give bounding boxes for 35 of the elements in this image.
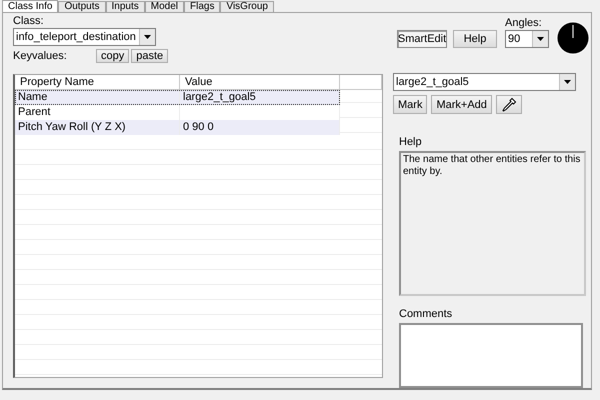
- mark-add-button[interactable]: Mark+Add: [431, 95, 492, 114]
- tab[interactable]: Inputs: [106, 1, 145, 12]
- table-row[interactable]: Pitch Yaw Roll (Y Z X) 0 90 0: [15, 120, 340, 135]
- tab[interactable]: Class Info: [2, 0, 58, 12]
- smartedit-button[interactable]: SmartEdit: [397, 30, 447, 48]
- tab[interactable]: VisGroup: [220, 1, 274, 12]
- target-dropdown[interactable]: large2_t_goal5: [393, 73, 576, 92]
- tab[interactable]: Outputs: [58, 1, 106, 12]
- dropdown-arrow-icon: [144, 35, 151, 39]
- angle-dial-icon[interactable]: [557, 22, 589, 54]
- help-button[interactable]: Help: [453, 30, 497, 48]
- dropdown-arrow-icon: [564, 80, 571, 84]
- comments-label: Comments: [399, 308, 454, 322]
- table-row[interactable]: Name large2_t_goal5: [15, 90, 340, 105]
- table-cell: 0 90 0: [180, 120, 340, 135]
- comments-field[interactable]: [399, 323, 583, 388]
- help-text: The name that other entities refer to this entity by.: [399, 151, 586, 296]
- dropdown-arrow-icon: [537, 37, 544, 41]
- eyedropper-icon: [500, 96, 517, 113]
- table-row[interactable]: Parent: [15, 105, 340, 120]
- column-header[interactable]: Value: [180, 75, 340, 90]
- mark-button[interactable]: Mark: [393, 95, 428, 114]
- column-header[interactable]: Property Name: [15, 75, 180, 90]
- table-cell: Pitch Yaw Roll (Y Z X): [15, 120, 180, 135]
- copy-button[interactable]: copy: [96, 49, 130, 63]
- angles-label: Angles:: [505, 17, 543, 30]
- tab[interactable]: Model: [144, 1, 184, 12]
- class-label: Class:: [13, 15, 45, 28]
- help-label: Help: [399, 136, 423, 150]
- tab[interactable]: Flags: [184, 1, 220, 12]
- class-dropdown[interactable]: info_teleport_destination: [13, 28, 156, 46]
- eyedropper-button[interactable]: [496, 95, 522, 114]
- angles-dropdown[interactable]: 90: [505, 30, 549, 48]
- paste-button[interactable]: paste: [131, 49, 168, 63]
- keyvalues-label: Keyvalues:: [13, 50, 68, 63]
